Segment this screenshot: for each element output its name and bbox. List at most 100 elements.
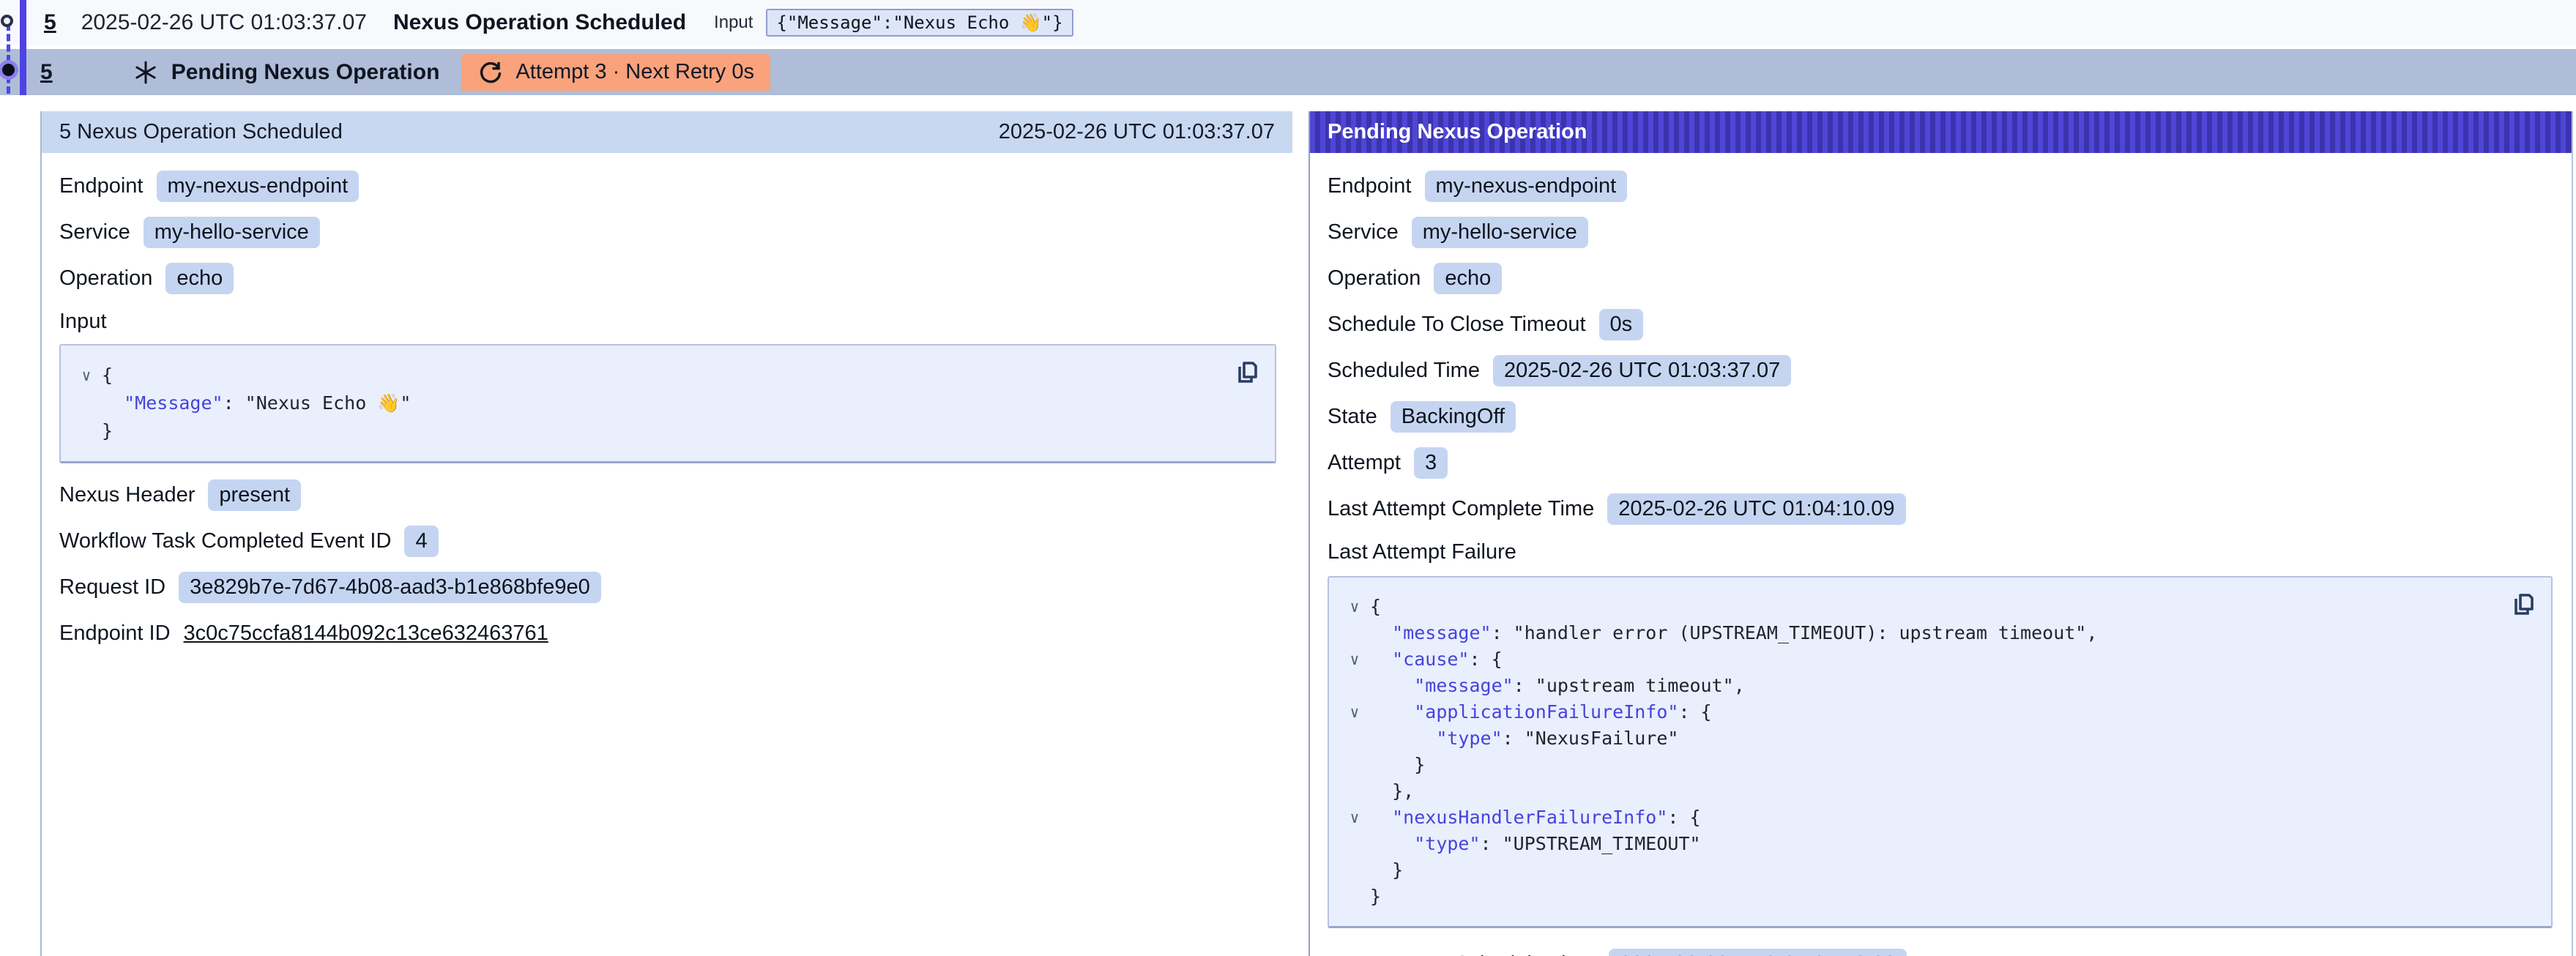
operation-badge: echo [1434,263,1502,294]
field-row-state: State BackingOff [1328,394,2572,440]
code-gutter [71,389,102,417]
failure-code-block: ∨{ "message": "handler error (UPSTREAM_T… [1328,576,2553,928]
field-row-operation: Operation echo [1328,255,2572,302]
timeline-current-dot-icon [2,64,15,76]
field-label: Workflow Task Completed Event ID [59,529,391,553]
code-text: "applicationFailureInfo": { [1370,699,1712,725]
field-row-operation: Operation echo [59,255,1292,302]
field-row-endpoint: Endpoint my-nexus-endpoint [1328,163,2572,209]
service-badge: my-hello-service [1412,217,1588,248]
timeout-badge: 0s [1599,309,1644,340]
code-line: } [71,417,1224,445]
field-row-nexus-header: Nexus Header present [59,472,1292,518]
code-gutter [1339,752,1370,778]
code-gutter [1339,673,1370,699]
code-gutter [1339,778,1370,804]
retry-icon [477,59,504,86]
collapse-chevron-icon[interactable]: ∨ [1339,646,1370,673]
code-text: } [1370,884,1381,910]
field-row-last-attempt-complete-time: Last Attempt Complete Time 2025-02-26 UT… [1328,486,2572,532]
code-text: "message": "handler error (UPSTREAM_TIME… [1370,620,2097,646]
timeline-dashed-connector [7,23,10,94]
code-line: "type": "UPSTREAM_TIMEOUT" [1339,831,2500,857]
field-row-scheduled-time: Scheduled Time 2025-02-26 UTC 01:03:37.0… [1328,348,2572,394]
code-line: ∨{ [71,362,1224,389]
history-row-nexus-operation-scheduled[interactable]: 5 2025-02-26 UTC 01:03:37.07 Nexus Opera… [0,0,2576,45]
code-text: } [1370,752,1425,778]
field-row-request-id: Request ID 3e829b7e-7d67-4b08-aad3-b1e86… [59,564,1292,610]
field-row-workflow-task-completed-event-id: Workflow Task Completed Event ID 4 [59,518,1292,564]
collapse-chevron-icon[interactable]: ∨ [71,362,102,389]
code-line: "type": "NexusFailure" [1339,725,2500,752]
collapse-chevron-icon[interactable]: ∨ [1339,594,1370,620]
code-text: { [1370,594,1381,620]
right-panel-title: Pending Nexus Operation [1328,120,1587,144]
code-line: "message": "upstream timeout", [1339,673,2500,699]
event-id-badge: 4 [404,526,438,557]
field-label: Request ID [59,575,165,600]
field-label: Last Attempt Complete Time [1328,497,1594,521]
endpoint-id-link[interactable]: 3c0c75ccfa8144b092c13ce632463761 [184,621,548,646]
code-gutter [1339,831,1370,857]
next-attempt-schedule-time-badge: 2025-02-26 UTC 01:04:13.93 [1609,949,1907,956]
input-code-block: ∨{ "Message": "Nexus Echo 👋"} [59,344,1276,463]
code-line: ∨ "nexusHandlerFailureInfo": { [1339,804,2500,831]
field-row-endpoint: Endpoint my-nexus-endpoint [59,163,1292,209]
scheduled-time-badge: 2025-02-26 UTC 01:03:37.07 [1493,355,1791,386]
field-label: State [1328,405,1377,429]
event-id-link[interactable]: 5 [44,10,56,35]
copy-icon[interactable] [2507,589,2538,620]
last-attempt-failure-label: Last Attempt Failure [1328,532,2572,572]
code-line: } [1339,884,2500,910]
code-line: } [1339,857,2500,884]
field-label: Operation [1328,266,1421,291]
field-label: Service [1328,220,1399,244]
code-text: "cause": { [1370,646,1503,673]
code-gutter [1339,725,1370,752]
left-panel-timestamp: 2025-02-26 UTC 01:03:37.07 [999,120,1275,144]
code-text: { [102,362,113,389]
code-text: "Message": "Nexus Echo 👋" [102,389,411,417]
code-line: ∨{ [1339,594,2500,620]
event-detail-panels: 5 Nexus Operation Scheduled 2025-02-26 U… [40,111,2573,956]
field-row-schedule-to-close-timeout: Schedule To Close Timeout 0s [1328,302,2572,348]
field-row-service: Service my-hello-service [1328,209,2572,255]
left-panel-body: Endpoint my-nexus-endpoint Service my-he… [42,153,1292,657]
input-section-label: Input [59,302,1292,341]
field-label: Scheduled Time [1328,359,1480,383]
panel-pending-nexus-operation: Pending Nexus Operation Endpoint my-nexu… [1309,111,2573,956]
code-line: "Message": "Nexus Echo 👋" [71,389,1224,417]
code-line: }, [1339,778,2500,804]
code-text: } [102,417,113,445]
field-label: Endpoint [59,174,144,198]
field-row-attempt: Attempt 3 [1328,440,2572,486]
field-label: Endpoint ID [59,621,171,646]
code-text: }, [1370,778,1414,804]
input-payload-chip[interactable]: {"Message":"Nexus Echo 👋"} [766,9,1073,37]
history-row-pending-nexus-operation[interactable]: 5 Pending Nexus Operation Attempt 3 · Ne… [0,49,2576,95]
code-text: } [1370,857,1403,884]
field-row-endpoint-id: Endpoint ID 3c0c75ccfa8144b092c13ce63246… [59,610,1292,657]
copy-icon[interactable] [1231,357,1262,388]
retry-badge-text: Attempt 3 · Next Retry 0s [515,60,754,84]
code-gutter [71,417,102,445]
left-panel-header: 5 Nexus Operation Scheduled 2025-02-26 U… [42,111,1292,153]
code-text: "message": "upstream timeout", [1370,673,1745,699]
service-badge: my-hello-service [144,217,320,248]
code-line: ∨ "cause": { [1339,646,2500,673]
field-row-next-attempt-schedule-time: Next Attempt Schedule Time 2025-02-26 UT… [1328,941,2572,956]
pending-event-title: Pending Nexus Operation [171,60,440,85]
field-label: Service [59,220,130,244]
request-id-badge: 3e829b7e-7d67-4b08-aad3-b1e868bfe9e0 [179,572,601,603]
code-line: ∨ "applicationFailureInfo": { [1339,699,2500,725]
right-panel-body: Endpoint my-nexus-endpoint Service my-he… [1310,153,2572,956]
field-label: Nexus Header [59,483,195,507]
event-timestamp: 2025-02-26 UTC 01:03:37.07 [81,10,367,35]
collapse-chevron-icon[interactable]: ∨ [1339,804,1370,831]
code-text: "type": "NexusFailure" [1370,725,1678,752]
field-label: Schedule To Close Timeout [1328,313,1586,337]
collapse-chevron-icon[interactable]: ∨ [1339,699,1370,725]
retry-attempt-badge: Attempt 3 · Next Retry 0s [461,54,770,91]
event-id-link[interactable]: 5 [40,60,53,85]
nexus-header-badge: present [208,479,301,511]
